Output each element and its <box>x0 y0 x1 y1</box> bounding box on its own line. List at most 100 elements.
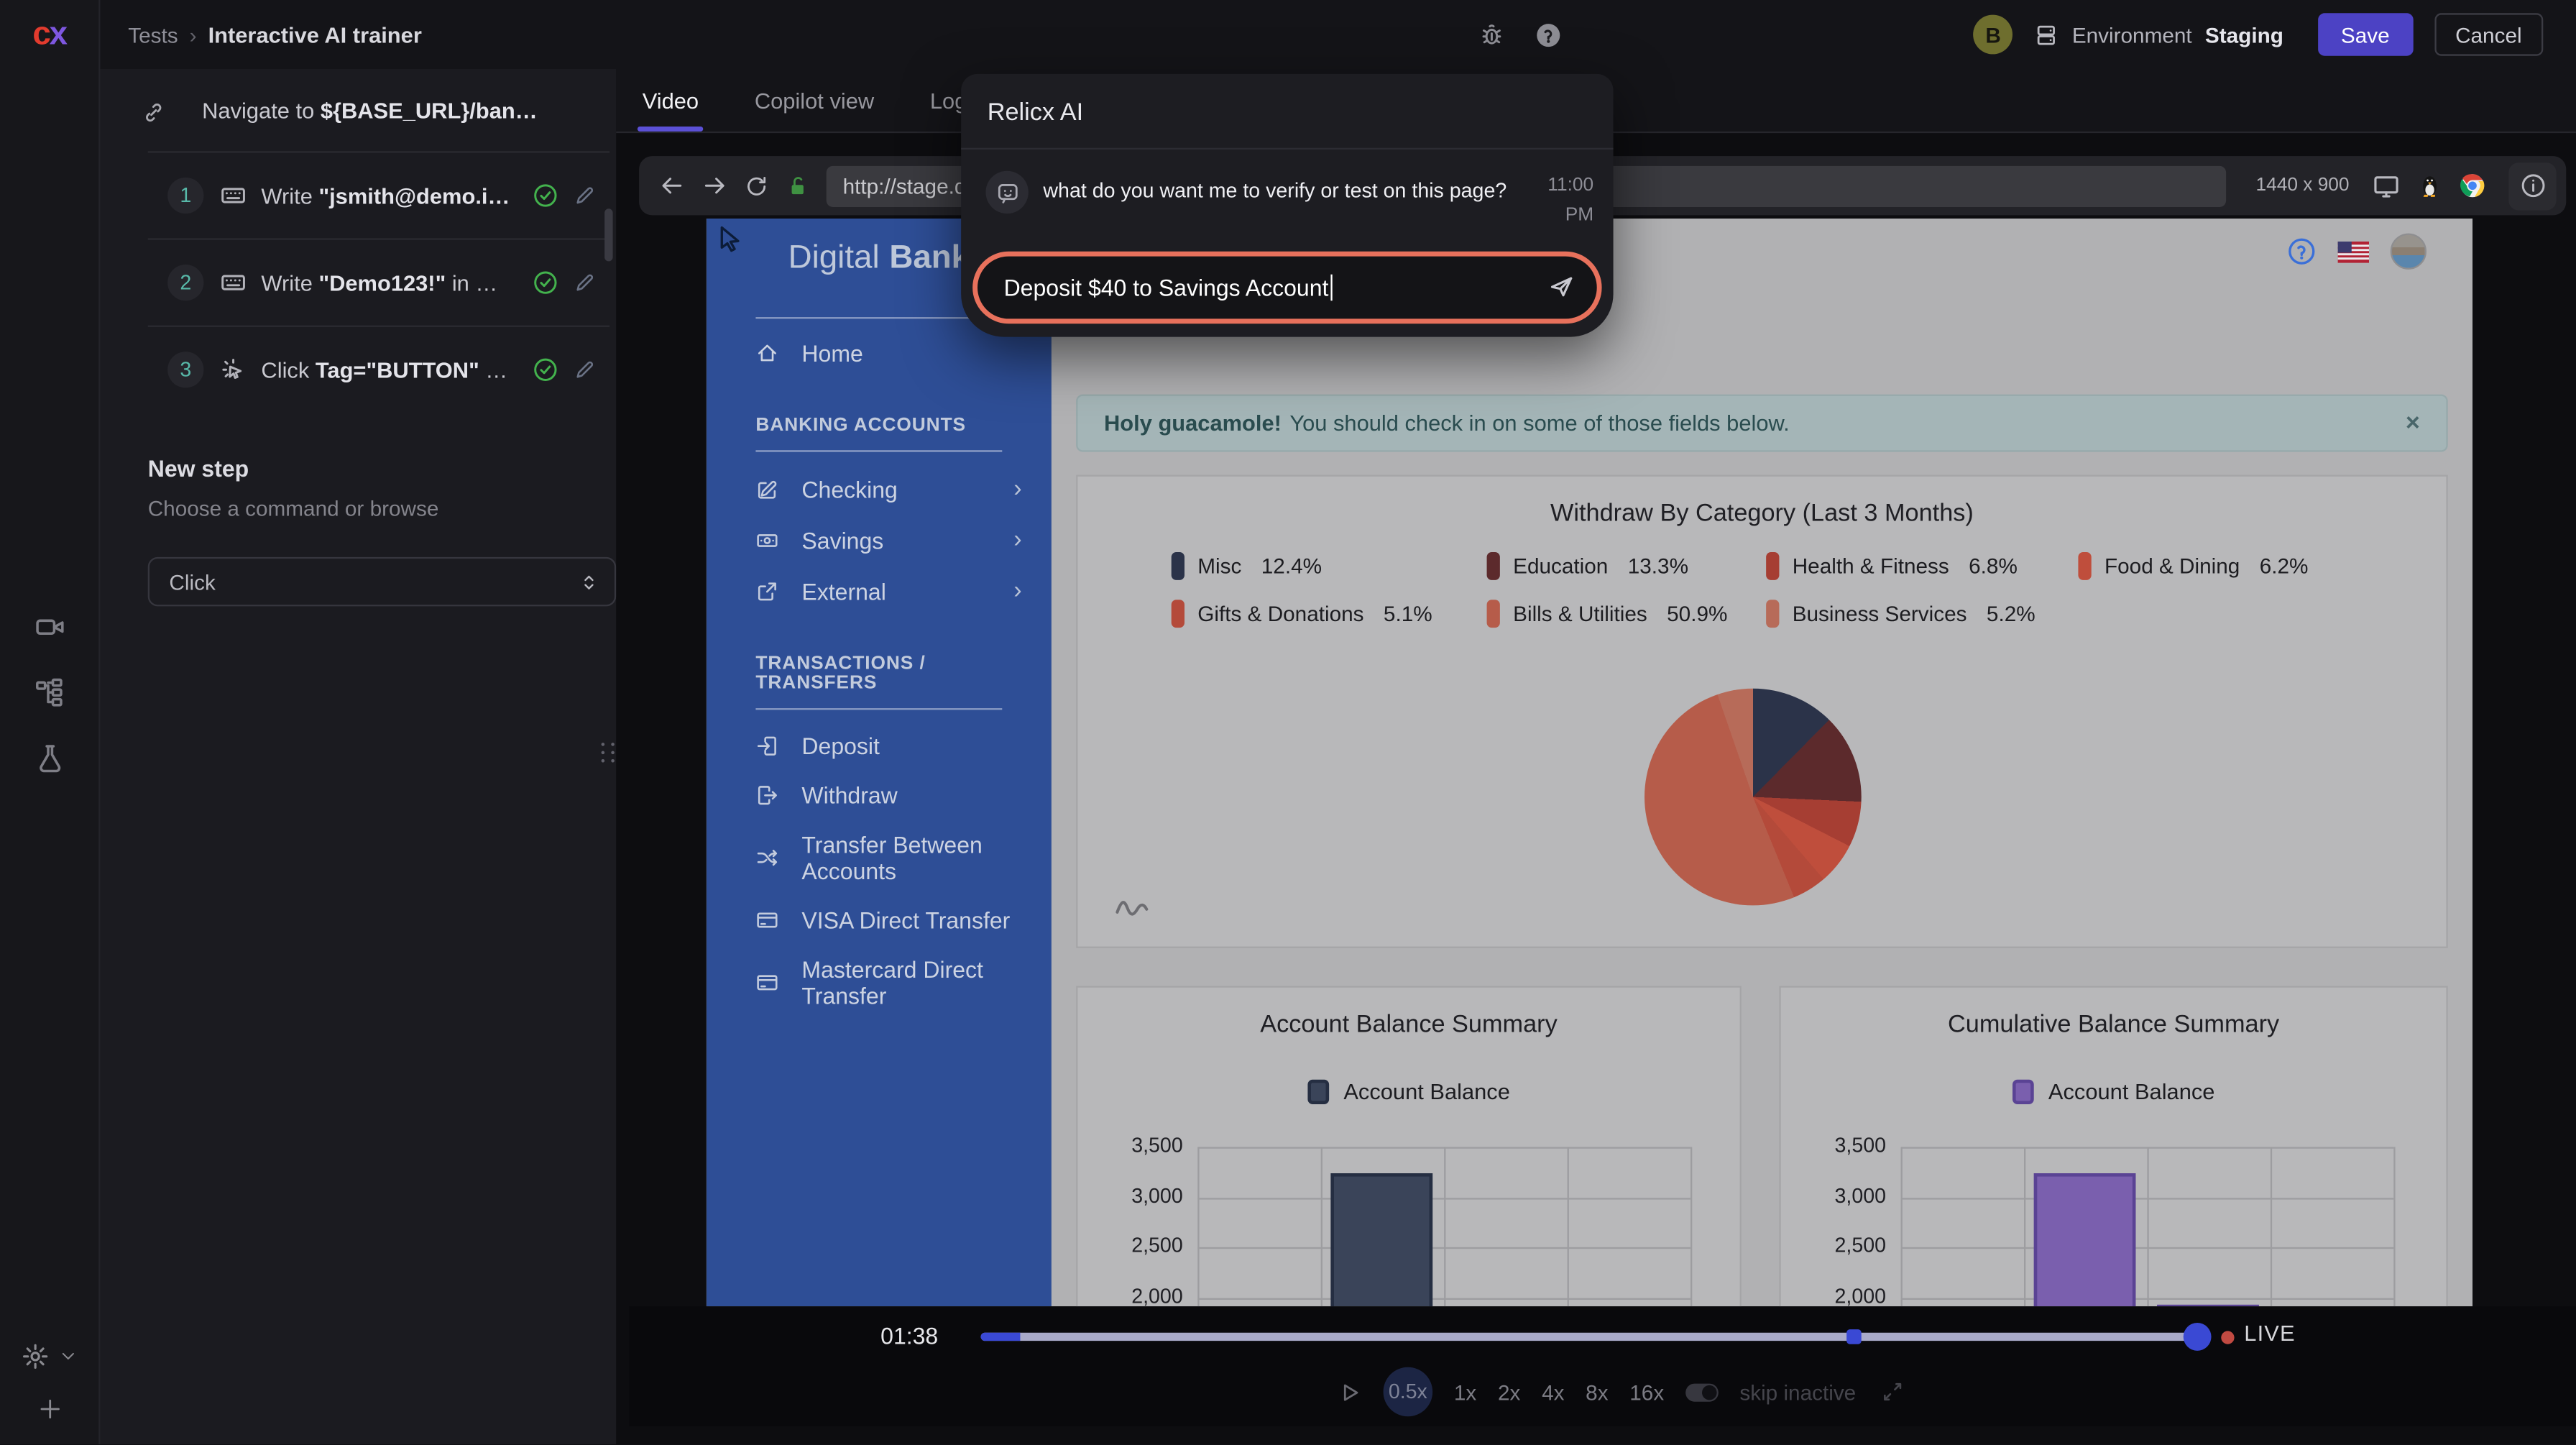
bank-nav-item-savings[interactable]: Savings› <box>707 503 1052 554</box>
app-logo[interactable]: cx <box>0 17 98 55</box>
video-camera-icon[interactable] <box>34 611 65 642</box>
bar-chart-plot <box>1197 1147 1690 1306</box>
speed-button-4x[interactable]: 4x <box>1542 1380 1564 1404</box>
breadcrumb-separator: › <box>190 22 197 47</box>
legend-value: 13.3% <box>1628 554 1688 578</box>
new-step-title: New step <box>148 455 584 482</box>
new-step-subtitle: Choose a command or browse <box>148 496 584 520</box>
bank-nav-item-visa-direct-transfer[interactable]: VISA Direct Transfer <box>707 884 1052 934</box>
timeline-marker[interactable] <box>1846 1329 1862 1344</box>
edit-step-icon[interactable] <box>574 184 597 207</box>
gridline <box>1197 1147 1199 1306</box>
chat-message-text: what do you want me to verify or test on… <box>1043 171 1513 206</box>
panel-resize-handle[interactable] <box>602 743 617 762</box>
step-row-3[interactable]: 3 Click Tag="BUTTON" … <box>98 327 616 413</box>
speed-button-0.5x[interactable]: 0.5x <box>1384 1367 1433 1417</box>
legend-label: Health & Fitness <box>1793 554 1949 578</box>
environment-value: Staging <box>2205 22 2283 47</box>
text-caret <box>1330 274 1333 301</box>
command-select-value: Click <box>169 569 215 594</box>
timeline-track[interactable]: LIVE <box>981 1333 2210 1341</box>
chevron-down-icon[interactable] <box>59 1347 77 1365</box>
bank-nav-item-mastercard-direct-transfer[interactable]: Mastercard Direct Transfer <box>707 933 1052 1009</box>
bank-nav-item-label: Savings <box>801 527 883 554</box>
chevron-right-icon: › <box>1013 475 1021 503</box>
edit-step-icon[interactable] <box>574 358 597 381</box>
environment-selector[interactable]: Environment Staging <box>2034 22 2283 47</box>
environment-label: Environment <box>2072 22 2192 47</box>
step-navigate[interactable]: Navigate to ${BASE_URL}/ban… <box>98 69 616 151</box>
bank-help-icon[interactable] <box>2287 237 2317 266</box>
tab-video[interactable]: Video <box>643 69 699 132</box>
timeline-knob[interactable] <box>2184 1323 2212 1351</box>
bar-chart-legend: Account Balance <box>1781 1080 2447 1104</box>
alert-banner: Holy guacamole! You should check in on s… <box>1076 395 2448 452</box>
breadcrumb-root[interactable]: Tests <box>128 22 178 47</box>
play-button[interactable] <box>1338 1380 1362 1404</box>
alert-bold-text: Holy guacamole! <box>1104 410 1282 435</box>
y-axis-tick-label: 2,000 <box>1800 1284 1886 1306</box>
reload-button[interactable] <box>744 173 768 198</box>
ai-prompt-input[interactable]: Deposit $40 to Savings Account <box>972 251 1601 324</box>
bank-nav-item-deposit[interactable]: Deposit <box>707 710 1052 759</box>
bank-sidebar: DigitalBank Home BANKING ACCOUNTSCheckin… <box>707 219 1052 1306</box>
step-row-1[interactable]: 1 Write "jsmith@demo.i… <box>98 153 616 239</box>
bar-chart-title: Account Balance Summary <box>1077 1011 1739 1039</box>
bank-user-avatar[interactable] <box>2391 234 2426 270</box>
bank-nav-item-external[interactable]: External› <box>707 554 1052 605</box>
settings-control[interactable] <box>22 1342 78 1370</box>
step-number: 3 <box>167 352 203 387</box>
fullscreen-icon[interactable] <box>1881 1380 1904 1403</box>
speed-button-16x[interactable]: 16x <box>1629 1380 1664 1404</box>
step-label: Click Tag="BUTTON" … <box>261 357 522 382</box>
save-button[interactable]: Save <box>2318 13 2413 55</box>
bug-icon[interactable] <box>1478 22 1505 48</box>
command-select[interactable]: Click <box>148 557 616 607</box>
panel-scrollbar[interactable] <box>604 208 612 261</box>
bank-nav-section-header: BANKING ACCOUNTS <box>755 416 1021 435</box>
tab-copilot-view[interactable]: Copilot view <box>755 69 874 132</box>
bank-nav-item-transfer-between-accounts[interactable]: Transfer Between Accounts <box>707 809 1052 884</box>
add-button[interactable] <box>37 1397 61 1421</box>
bank-nav-item-withdraw[interactable]: Withdraw <box>707 759 1052 809</box>
skip-inactive-toggle[interactable] <box>1685 1382 1719 1400</box>
bank-nav-item-checking[interactable]: Checking› <box>707 452 1052 503</box>
legend-value: 5.1% <box>1384 602 1432 626</box>
legend-label: Account Balance <box>1343 1080 1510 1104</box>
cancel-button[interactable]: Cancel <box>2434 13 2543 55</box>
recorded-cursor-icon <box>717 224 746 253</box>
bank-content: Dashboard Holy guacamole! You should che… <box>1052 219 2472 1306</box>
timeline-played <box>981 1333 1021 1341</box>
pie-chart-title: Withdraw By Category (Last 3 Months) <box>1077 500 2446 528</box>
speed-button-2x[interactable]: 2x <box>1498 1380 1520 1404</box>
sitemap-icon[interactable] <box>34 677 65 708</box>
step-label: Write "Demo123!" in … <box>261 270 522 295</box>
ai-prompt-value: Deposit $40 to Savings Account <box>1004 274 1329 301</box>
speed-button-1x[interactable]: 1x <box>1454 1380 1476 1404</box>
info-button[interactable] <box>2508 162 2556 209</box>
bank-nav-item-label: Transfer Between Accounts <box>801 832 1021 884</box>
gridline <box>1901 1147 1903 1306</box>
alert-close-icon[interactable]: × <box>2406 409 2420 437</box>
bank-nav-item-label: External <box>801 577 886 604</box>
forward-button[interactable] <box>702 173 728 199</box>
back-button[interactable] <box>659 173 686 199</box>
user-avatar[interactable]: B <box>1974 15 2013 55</box>
monitor-icon[interactable] <box>2373 172 2401 200</box>
gear-icon[interactable] <box>22 1342 50 1370</box>
step-row-2[interactable]: 2 Write "Demo123!" in … <box>98 240 616 326</box>
link-icon <box>142 100 166 124</box>
breadcrumb-current: Interactive AI trainer <box>208 22 422 47</box>
legend-swatch <box>1487 552 1500 580</box>
y-axis-tick-label: 3,000 <box>1800 1184 1886 1207</box>
help-icon[interactable] <box>1535 21 1563 49</box>
speed-button-8x[interactable]: 8x <box>1586 1380 1608 1404</box>
edit-step-icon[interactable] <box>574 271 597 294</box>
flask-icon[interactable] <box>34 743 65 774</box>
us-flag-icon[interactable] <box>2338 241 2369 262</box>
send-button[interactable] <box>1547 273 1576 301</box>
legend-swatch <box>1766 552 1779 580</box>
bank-nav-item-label: VISA Direct Transfer <box>801 907 1010 934</box>
legend-value: 6.2% <box>2260 554 2309 578</box>
video-viewport[interactable]: DigitalBank Home BANKING ACCOUNTSCheckin… <box>707 219 2472 1306</box>
